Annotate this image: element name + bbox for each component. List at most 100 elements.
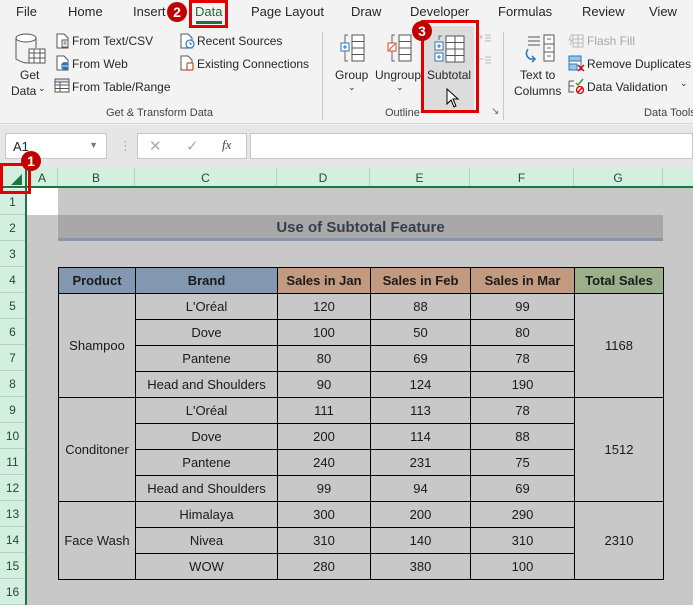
row-header-10[interactable]: 10 — [0, 423, 25, 449]
mar-cell[interactable]: 190 — [470, 371, 575, 398]
feb-cell[interactable]: 140 — [370, 527, 471, 554]
header-sales-mar: Sales in Mar — [470, 267, 575, 294]
jan-cell[interactable]: 280 — [277, 553, 371, 580]
brand-cell[interactable]: Himalaya — [135, 501, 278, 528]
recent-sources-icon — [180, 33, 195, 49]
jan-cell[interactable]: 300 — [277, 501, 371, 528]
product-cell[interactable]: Shampoo — [58, 293, 136, 398]
brand-cell[interactable]: Nivea — [135, 527, 278, 554]
tab-view[interactable]: View — [649, 4, 677, 19]
sales-table: Product Brand Sales in Jan Sales in Feb … — [58, 267, 664, 580]
tab-developer[interactable]: Developer — [410, 4, 469, 19]
feb-cell[interactable]: 231 — [370, 449, 471, 476]
table-row: Pantene 240 231 75 — [59, 449, 664, 476]
brand-cell[interactable]: Dove — [135, 319, 278, 346]
product-cell[interactable]: Conditoner — [58, 397, 136, 502]
table-row: Dove 100 50 80 — [59, 319, 664, 346]
dialog-launcher-icon[interactable]: ↘ — [491, 106, 499, 117]
cancel-icon[interactable]: ✕ — [149, 137, 162, 155]
row-header-16[interactable]: 16 — [0, 579, 25, 605]
mar-cell[interactable]: 290 — [470, 501, 575, 528]
brand-cell[interactable]: WOW — [135, 553, 278, 580]
mar-cell[interactable]: 69 — [470, 475, 575, 502]
total-cell[interactable]: 2310 — [574, 501, 664, 580]
tab-file[interactable]: File — [16, 4, 37, 19]
formula-input[interactable] — [250, 133, 693, 159]
tab-page-layout[interactable]: Page Layout — [251, 4, 324, 19]
feb-cell[interactable]: 380 — [370, 553, 471, 580]
row-header-9[interactable]: 9 — [0, 397, 25, 423]
feb-cell[interactable]: 50 — [370, 319, 471, 346]
brand-cell[interactable]: L'Oréal — [135, 397, 278, 424]
mar-cell[interactable]: 88 — [470, 423, 575, 450]
total-cell[interactable]: 1168 — [574, 293, 664, 398]
tab-review[interactable]: Review — [582, 4, 625, 19]
mar-cell[interactable]: 75 — [470, 449, 575, 476]
row-header-2[interactable]: 2 — [0, 215, 25, 241]
product-cell[interactable]: Face Wash — [58, 501, 136, 580]
column-header-g[interactable]: G — [574, 168, 663, 188]
insert-function-icon[interactable]: fx — [222, 137, 231, 153]
brand-cell[interactable]: Pantene — [135, 345, 278, 372]
brand-cell[interactable]: L'Oréal — [135, 293, 278, 320]
row-header-3[interactable]: 3 — [0, 241, 25, 267]
feb-cell[interactable]: 114 — [370, 423, 471, 450]
feb-cell[interactable]: 200 — [370, 501, 471, 528]
dropdown-arrow-icon[interactable]: ▼ — [89, 140, 98, 150]
column-header-h[interactable] — [663, 168, 693, 188]
tab-home[interactable]: Home — [68, 4, 103, 19]
mar-cell[interactable]: 99 — [470, 293, 575, 320]
from-table-range-label: From Table/Range — [72, 80, 171, 94]
jan-cell[interactable]: 100 — [277, 319, 371, 346]
mar-cell[interactable]: 100 — [470, 553, 575, 580]
enter-check-icon[interactable]: ✓ — [186, 137, 199, 155]
tab-draw[interactable]: Draw — [351, 4, 381, 19]
row-header-12[interactable]: 12 — [0, 475, 25, 501]
jan-cell[interactable]: 90 — [277, 371, 371, 398]
jan-cell[interactable]: 80 — [277, 345, 371, 372]
table-row: Conditoner L'Oréal 111 113 78 1512 — [58, 397, 664, 502]
column-header-b[interactable]: B — [58, 168, 135, 188]
jan-cell[interactable]: 111 — [277, 397, 371, 424]
row-header-13[interactable]: 13 — [0, 501, 25, 527]
mar-cell[interactable]: 80 — [470, 319, 575, 346]
brand-cell[interactable]: Dove — [135, 423, 278, 450]
feb-cell[interactable]: 94 — [370, 475, 471, 502]
row-header-8[interactable]: 8 — [0, 371, 25, 397]
row-header-15[interactable]: 15 — [0, 553, 25, 579]
mar-cell[interactable]: 78 — [470, 397, 575, 424]
row-header-5[interactable]: 5 — [0, 293, 25, 319]
row-header-14[interactable]: 14 — [0, 527, 25, 553]
mar-cell[interactable]: 78 — [470, 345, 575, 372]
column-header-a[interactable]: A — [27, 168, 58, 188]
column-header-f[interactable]: F — [470, 168, 574, 188]
jan-cell[interactable]: 310 — [277, 527, 371, 554]
row-header-11[interactable]: 11 — [0, 449, 25, 475]
row-header-6[interactable]: 6 — [0, 319, 25, 345]
mar-cell[interactable]: 310 — [470, 527, 575, 554]
feb-cell[interactable]: 88 — [370, 293, 471, 320]
table-row: Head and Shoulders 90 124 190 — [59, 371, 664, 398]
jan-cell[interactable]: 240 — [277, 449, 371, 476]
active-cell-a1[interactable] — [27, 188, 58, 215]
feb-cell[interactable]: 113 — [370, 397, 471, 424]
jan-cell[interactable]: 200 — [277, 423, 371, 450]
data-validation-icon — [568, 78, 585, 94]
jan-cell[interactable]: 120 — [277, 293, 371, 320]
brand-cell[interactable]: Head and Shoulders — [135, 371, 278, 398]
formula-bar-splitter[interactable]: ⋮ — [119, 138, 132, 154]
brand-cell[interactable]: Pantene — [135, 449, 278, 476]
feb-cell[interactable]: 69 — [370, 345, 471, 372]
tab-formulas[interactable]: Formulas — [498, 4, 552, 19]
row-header-4[interactable]: 4 — [0, 267, 25, 293]
brand-cell[interactable]: Head and Shoulders — [135, 475, 278, 502]
tab-insert[interactable]: Insert — [133, 4, 166, 19]
column-header-d[interactable]: D — [277, 168, 370, 188]
total-cell[interactable]: 1512 — [574, 397, 664, 502]
row-header-7[interactable]: 7 — [0, 345, 25, 371]
column-header-e[interactable]: E — [370, 168, 470, 188]
name-box[interactable]: A1 ▼ — [5, 133, 107, 159]
column-header-c[interactable]: C — [135, 168, 277, 188]
feb-cell[interactable]: 124 — [370, 371, 471, 398]
jan-cell[interactable]: 99 — [277, 475, 371, 502]
